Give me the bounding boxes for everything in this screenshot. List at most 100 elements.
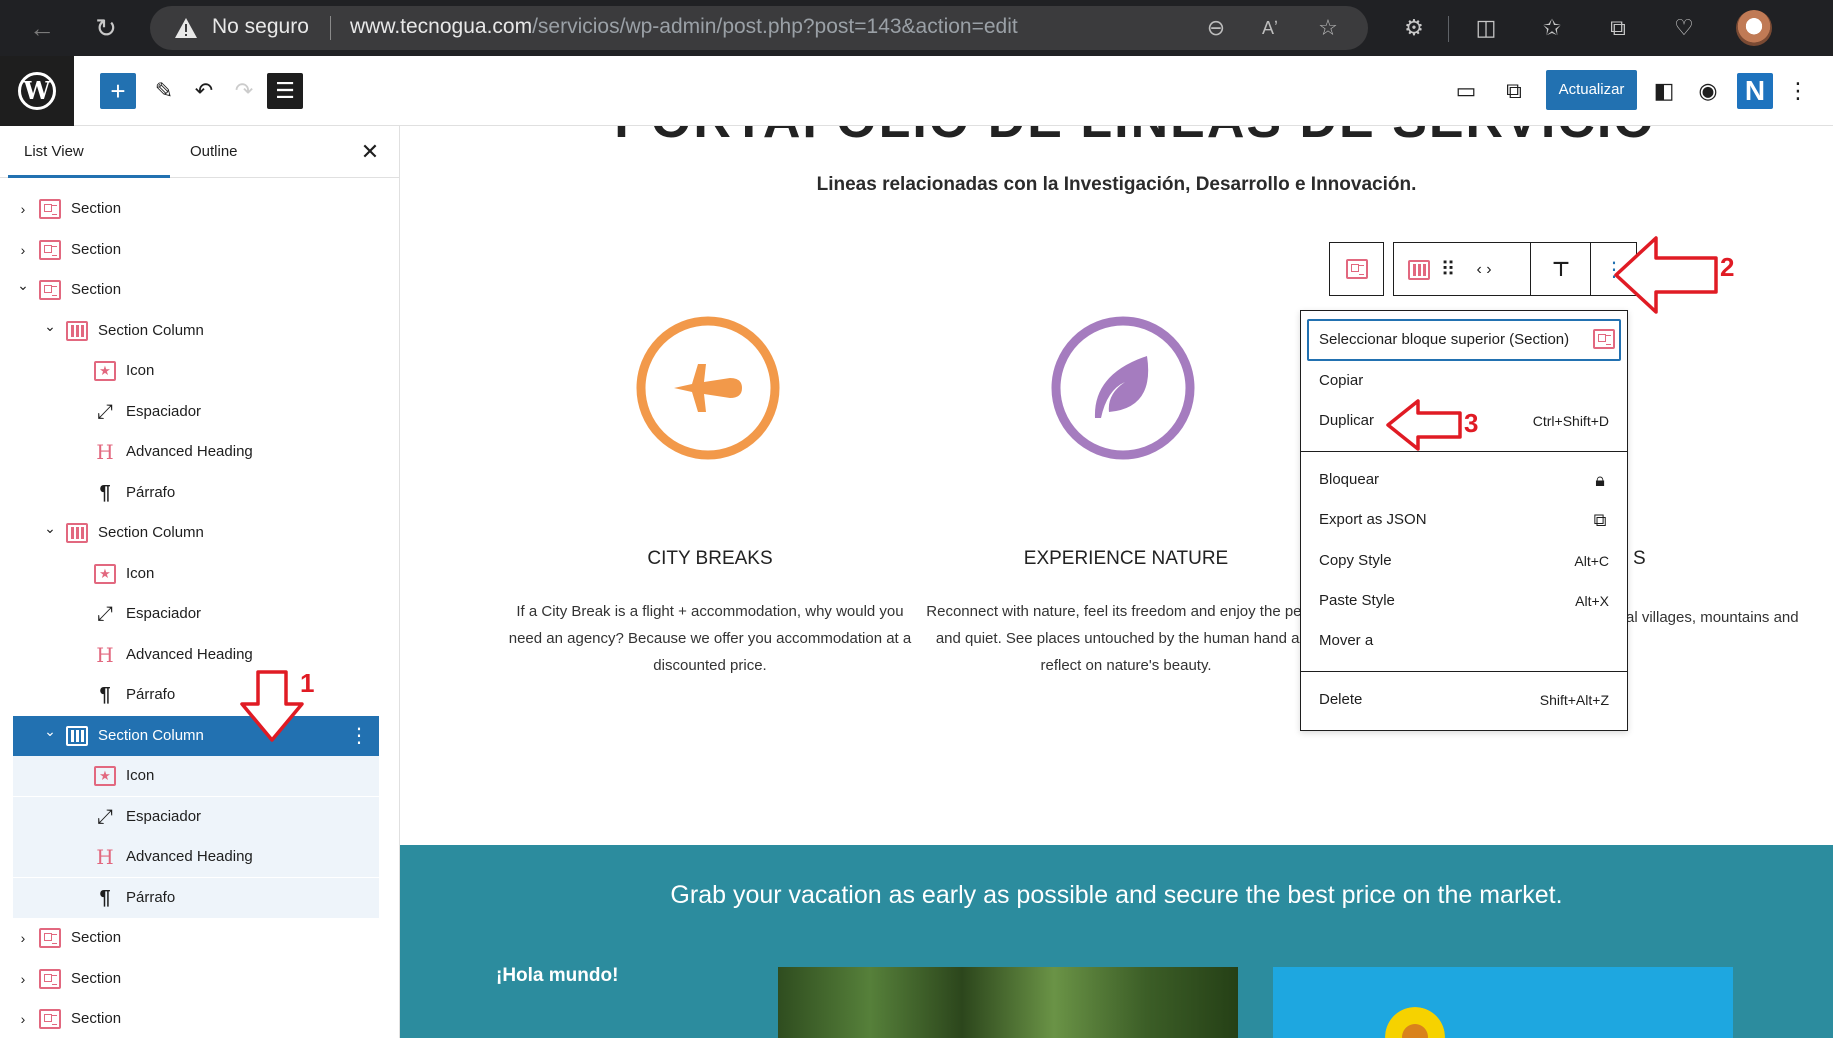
list-view-row-spacer[interactable]: ⤢ Espaciador: [13, 594, 379, 634]
nature-photo[interactable]: [778, 967, 1238, 1038]
collections-icon[interactable]: ⧉: [1598, 8, 1638, 48]
promo-band[interactable]: Grab your vacation as early as possible …: [400, 845, 1833, 1038]
chevron-right-icon[interactable]: ›: [15, 999, 31, 1039]
section-subtitle[interactable]: Lineas relacionadas con la Investigación…: [400, 174, 1833, 196]
lock-menu-item[interactable]: Bloquear 🔒︎: [1301, 460, 1627, 500]
zoom-out-icon[interactable]: ⊖: [1200, 12, 1232, 44]
list-view-row-section[interactable]: ⌄ Section: [13, 270, 379, 310]
export-json-menu-item[interactable]: Export as JSON ⧉: [1301, 500, 1627, 540]
list-view-row-heading[interactable]: H Advanced Heading: [13, 837, 379, 877]
redo-icon[interactable]: ↷: [226, 73, 262, 109]
preview-device-icon[interactable]: ▭: [1448, 73, 1484, 109]
undo-icon[interactable]: ↶: [186, 73, 222, 109]
feature-heading[interactable]: CITY BREAKS: [490, 548, 930, 570]
paste-style-menu-item[interactable]: Paste Style Alt+X: [1301, 581, 1627, 621]
feature-heading[interactable]: EXPERIENCE NATURE: [906, 548, 1346, 570]
list-view-row-column[interactable]: ⌄ Section Column: [13, 311, 379, 351]
close-icon[interactable]: ✕: [356, 138, 384, 166]
tools-pencil-icon[interactable]: ✎: [146, 73, 182, 109]
chevron-right-icon[interactable]: ›: [15, 189, 31, 229]
block-inserter-button[interactable]: +: [100, 73, 136, 109]
tab-list-view[interactable]: List View: [8, 126, 170, 178]
back-icon[interactable]: ←: [22, 8, 62, 48]
paragraph-icon: ¶: [99, 887, 111, 909]
browser-essentials-icon[interactable]: ♡: [1664, 8, 1704, 48]
list-view-row-section[interactable]: › Section: [13, 230, 379, 270]
chevron-right-icon[interactable]: ›: [15, 230, 31, 270]
list-view-row-heading[interactable]: H Advanced Heading: [13, 635, 379, 675]
refresh-icon[interactable]: ↻: [86, 8, 126, 48]
feature-text[interactable]: Reconnect with nature, feel its freedom …: [916, 598, 1336, 679]
travel-photo[interactable]: [1273, 967, 1733, 1038]
move-to-menu-item[interactable]: Mover a: [1301, 621, 1627, 661]
favorite-star-icon[interactable]: ☆: [1312, 12, 1344, 44]
airplane-icon[interactable]: [634, 314, 782, 462]
list-view-row-icon[interactable]: ★ Icon: [13, 756, 379, 796]
align-top-icon[interactable]: ⊤: [1546, 257, 1576, 283]
copy-menu-item[interactable]: Copiar: [1301, 361, 1627, 401]
list-view-row-section[interactable]: › Section: [13, 189, 379, 229]
chevron-down-icon[interactable]: ⌄: [42, 311, 58, 341]
leaf-icon[interactable]: [1049, 314, 1197, 462]
list-view-row-section[interactable]: › Section: [13, 999, 379, 1039]
chevron-right-icon[interactable]: ›: [15, 959, 31, 999]
list-view-row-label: Icon: [126, 362, 155, 379]
list-view-row-paragraph[interactable]: ¶ Párrafo: [13, 878, 379, 918]
list-view-row-icon[interactable]: ★ Icon: [13, 351, 379, 391]
address-bar[interactable]: No seguro www.tecnogua.com/servicios/wp-…: [150, 6, 1368, 50]
list-view-row-paragraph[interactable]: ¶ Párrafo: [13, 675, 379, 715]
band-title[interactable]: Grab your vacation as early as possible …: [400, 881, 1833, 910]
plugin-penguin-icon[interactable]: ◉: [1690, 73, 1726, 109]
read-aloud-icon[interactable]: Aʼ: [1254, 12, 1286, 44]
menu-item-label: Bloquear: [1319, 471, 1380, 488]
list-view-row-heading[interactable]: H Advanced Heading: [13, 432, 379, 472]
drag-handle-icon[interactable]: ⠿: [1438, 257, 1458, 283]
chevron-right-icon[interactable]: ›: [15, 918, 31, 958]
options-menu-icon[interactable]: ⋮: [1780, 73, 1816, 109]
list-view-row-spacer[interactable]: ⤢ Espaciador: [13, 797, 379, 837]
view-post-external-icon[interactable]: ⧉: [1496, 73, 1532, 109]
external-link-icon: ⧉: [1593, 510, 1607, 530]
address-divider: [330, 16, 331, 40]
spacer-resize-icon: ⤢: [97, 603, 113, 625]
chevron-down-icon[interactable]: ⌄: [42, 513, 58, 543]
list-view-row-paragraph[interactable]: ¶ Párrafo: [13, 473, 379, 513]
hello-text[interactable]: ¡Hola mundo!: [496, 965, 618, 987]
section-title[interactable]: PORTAFOLIO DE LINEAS DE SERVICIO: [610, 126, 1660, 149]
list-view-row-column[interactable]: ⌄ Section Column: [13, 513, 379, 553]
extensions-icon[interactable]: ⚙: [1394, 8, 1434, 48]
select-parent-menu-item[interactable]: Seleccionar bloque superior (Section): [1307, 319, 1621, 361]
list-view-row-icon[interactable]: ★ Icon: [13, 554, 379, 594]
list-view-row-section[interactable]: › Section: [13, 918, 379, 958]
favorites-icon[interactable]: ✩: [1532, 8, 1572, 48]
paragraph-icon: ¶: [99, 482, 111, 504]
copy-style-menu-item[interactable]: Copy Style Alt+C: [1301, 541, 1627, 581]
update-button[interactable]: Actualizar: [1546, 70, 1637, 110]
chevron-down-icon[interactable]: ⌄: [42, 716, 58, 746]
profile-avatar[interactable]: [1736, 10, 1772, 46]
column-block-icon[interactable]: [1408, 260, 1430, 280]
list-view-row-spacer[interactable]: ⤢ Espaciador: [13, 392, 379, 432]
parent-selector-button[interactable]: [1329, 242, 1384, 296]
wordpress-logo[interactable]: W: [0, 56, 74, 126]
list-view-row-label: Section Column: [98, 322, 204, 339]
move-arrows-icon[interactable]: ‹ ›: [1466, 257, 1502, 283]
list-view-toggle-icon[interactable]: ☰: [267, 73, 303, 109]
plugin-n-logo-icon[interactable]: N: [1737, 73, 1773, 109]
menu-item-label: Paste Style: [1319, 592, 1395, 609]
list-view-row-section[interactable]: › Section: [13, 959, 379, 999]
toolbar-divider: [1448, 16, 1449, 42]
settings-sidebar-icon[interactable]: ◧: [1646, 73, 1682, 109]
feature-text[interactable]: al villages, mountains and: [1626, 606, 1826, 629]
chevron-down-icon[interactable]: ⌄: [15, 270, 31, 300]
advanced-heading-icon: H: [96, 845, 114, 869]
url-text[interactable]: www.tecnogua.com/servicios/wp-admin/post…: [350, 15, 1018, 39]
delete-menu-item[interactable]: Delete Shift+Alt+Z: [1301, 680, 1627, 720]
column-block-icon: [66, 726, 88, 746]
split-screen-icon[interactable]: ◫: [1466, 8, 1506, 48]
feature-heading[interactable]: S: [1633, 548, 1653, 570]
list-view-row-column[interactable]: ⌄ Section Column ⋮: [13, 716, 379, 756]
feature-text[interactable]: If a City Break is a flight + accommodat…: [500, 598, 920, 679]
row-options-icon[interactable]: ⋮: [349, 716, 369, 756]
tab-outline[interactable]: Outline: [190, 126, 238, 178]
